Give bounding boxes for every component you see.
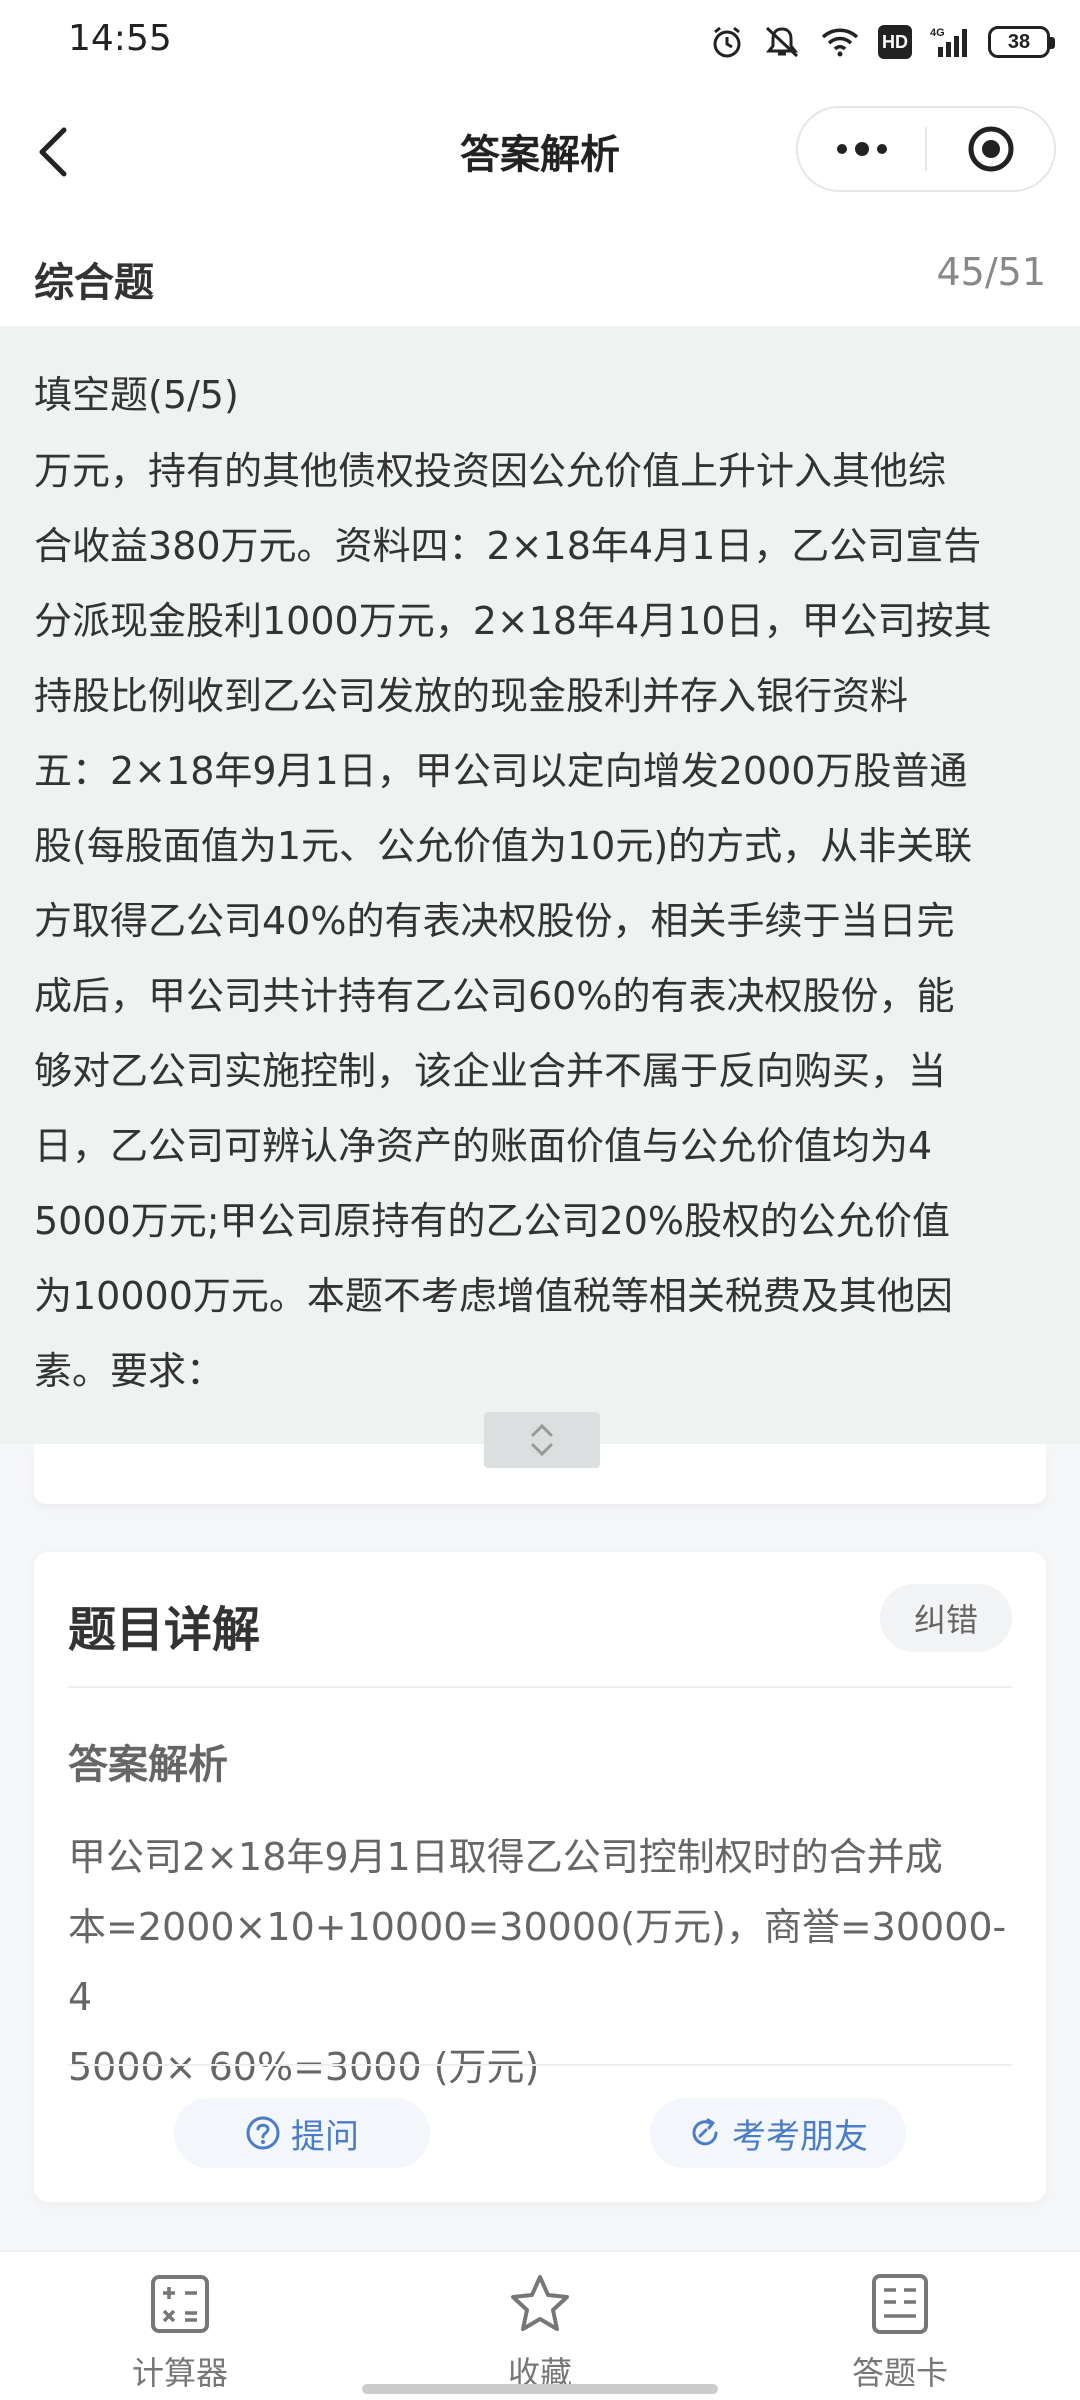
hd-icon: HD xyxy=(878,25,912,59)
nav-bar: 答案解析 xyxy=(0,80,1080,220)
tab-favorites[interactable]: 收藏 xyxy=(360,2252,720,2400)
question-line: 万元，持有的其他债权投资因公允价值上升计入其他综 xyxy=(34,449,947,493)
explanation-card: 题目详解 纠错 答案解析 甲公司2×18年9月1日取得乙公司控制权时的合并成 本… xyxy=(34,1552,1046,2202)
battery-icon: 38 xyxy=(988,26,1055,58)
ask-question-button[interactable]: 提问 xyxy=(174,2098,430,2168)
more-dots-icon xyxy=(836,142,887,156)
question-type-label: 填空题(5/5) xyxy=(34,364,249,419)
share-refresh-icon xyxy=(692,2118,718,2146)
question-line: 持股比例收到乙公司发放的现金股利并存入银行资料 xyxy=(34,674,909,718)
target-icon xyxy=(968,126,1013,172)
question-counter: 45/51 xyxy=(936,250,1046,294)
signal-icon: 4G xyxy=(930,27,967,57)
status-time: 14:55 xyxy=(68,18,172,59)
mute-icon xyxy=(765,26,799,58)
question-line: 五：2×18年9月1日，甲公司以定向增发2000万股普通 xyxy=(34,749,968,793)
question-line: 股(每股面值为1元、公允价值为10元)的方式，从非关联 xyxy=(34,824,973,868)
tab-label: 计算器 xyxy=(131,2354,228,2392)
close-button[interactable] xyxy=(927,108,1054,190)
question-line: 分派现金股利1000万元，2×18年4月10日，甲公司按其 xyxy=(34,599,992,643)
analysis-line: 5000× 60%=3000 (万元) xyxy=(68,2045,540,2089)
wifi-icon xyxy=(821,28,859,57)
question-panel[interactable]: 填空题(5/5) 万元，持有的其他债权投资因公允价值上升计入其他综 合收益380… xyxy=(0,326,1080,1444)
quiz-friend-button[interactable]: 考考朋友 xyxy=(650,2098,906,2168)
status-bar: 14:55 HD 4G 38 xyxy=(0,0,1080,80)
star-icon xyxy=(511,2275,569,2331)
analysis-label: 答案解析 xyxy=(68,1742,228,1788)
tab-answer-card[interactable]: 答题卡 xyxy=(720,2252,1080,2400)
tab-label: 答题卡 xyxy=(851,2354,948,2392)
question-line: 日，乙公司可辨认净资产的账面价值与公允价值均为4 xyxy=(34,1124,933,1168)
bottom-tab-bar: 计算器 收藏 答题卡 xyxy=(0,2250,1080,2400)
tab-calculator[interactable]: 计算器 xyxy=(0,2252,360,2400)
question-line: 方取得乙公司40%的有表决权股份，相关手续于当日完 xyxy=(34,899,955,943)
home-indicator xyxy=(362,2384,718,2394)
calculator-icon xyxy=(151,2275,209,2333)
question-line: 为10000万元。本题不考虑增值税等相关税费及其他因 xyxy=(34,1274,953,1318)
svg-text:4G: 4G xyxy=(930,27,945,39)
analysis-text: 甲公司2×18年9月1日取得乙公司控制权时的合并成 本=2000×10+1000… xyxy=(68,1822,1012,2102)
analysis-line: 本=2000×10+10000=30000(万元)，商誉=30000-4 xyxy=(68,1905,1007,2019)
question-line: 成后，甲公司共计持有乙公司60%的有表决权股份，能 xyxy=(34,974,955,1018)
section-title: 综合题 xyxy=(34,260,154,306)
question-line: 5000万元;甲公司原持有的乙公司20%股权的公允价值 xyxy=(34,1199,950,1243)
question-mark-icon xyxy=(246,2116,280,2150)
section-header: 综合题 45/51 xyxy=(0,220,1080,326)
report-error-button[interactable]: 纠错 xyxy=(880,1584,1012,1652)
status-icons: HD 4G 38 xyxy=(710,18,1055,66)
question-line: 够对乙公司实施控制，该企业合并不属于反向购买，当 xyxy=(34,1049,947,1093)
question-line: 合收益380万元。资料四：2×18年4月1日，乙公司宣告 xyxy=(34,524,982,568)
divider xyxy=(68,1686,1012,1688)
quiz-friend-label: 考考朋友 xyxy=(732,2116,868,2157)
more-button[interactable] xyxy=(798,108,925,190)
collapse-toggle-button[interactable] xyxy=(484,1412,600,1468)
mini-program-capsule xyxy=(796,106,1056,192)
divider xyxy=(68,2064,1012,2066)
question-line: 素。要求： xyxy=(34,1349,225,1393)
ask-question-label: 提问 xyxy=(291,2116,359,2157)
alarm-icon xyxy=(713,26,741,58)
explanation-title: 题目详解 xyxy=(68,1602,261,1658)
analysis-line: 甲公司2×18年9月1日取得乙公司控制权时的合并成 xyxy=(68,1835,943,1879)
question-text: 万元，持有的其他债权投资因公允价值上升计入其他综 合收益380万元。资料四：2×… xyxy=(34,402,1050,1409)
expand-collapse-icon xyxy=(531,1423,553,1457)
answer-card-icon xyxy=(872,2274,928,2334)
